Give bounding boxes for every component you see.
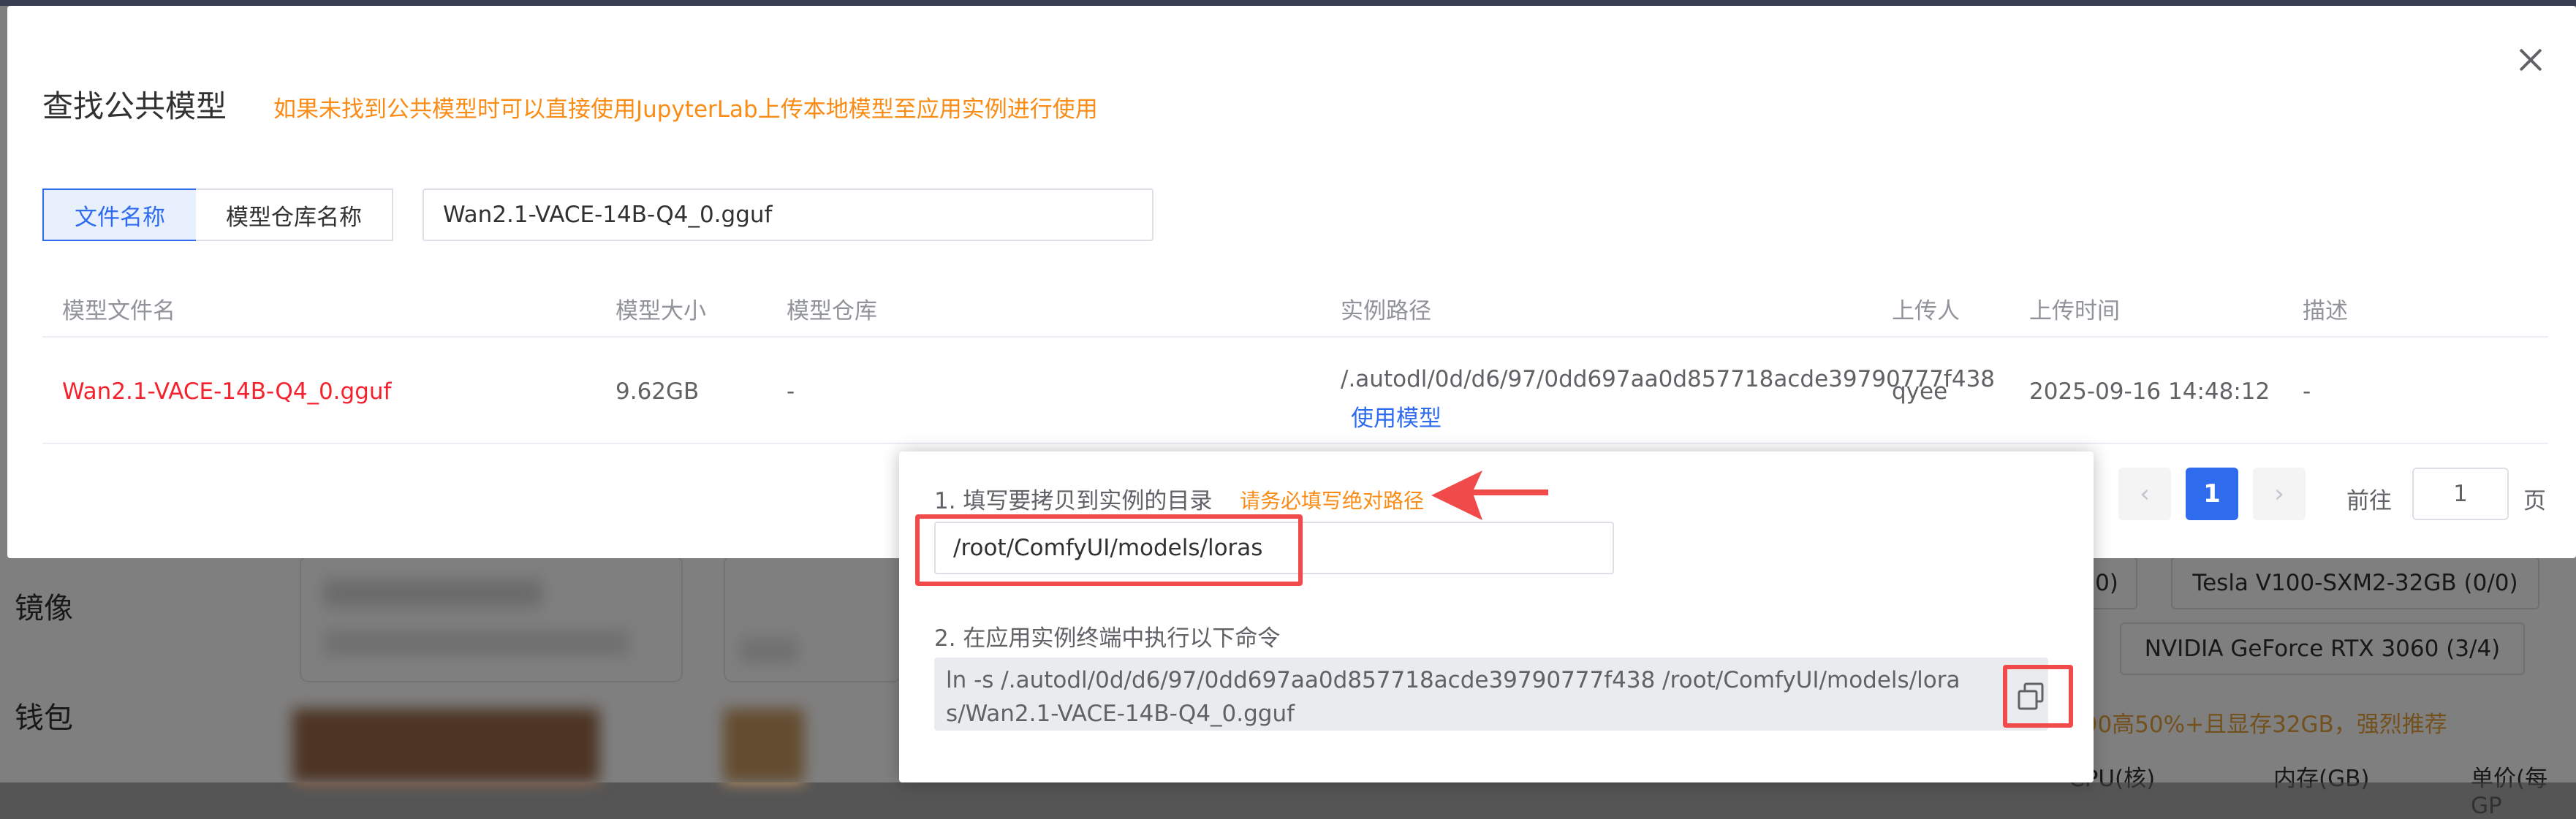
command-text: ln -s /.autodl/0d/d6/97/0dd697aa0d857718… xyxy=(934,658,2048,731)
dialog-hint: 如果未找到公共模型时可以直接使用JupyterLab上传本地模型至应用实例进行使… xyxy=(273,96,1098,123)
step1-warning: 请务必填写绝对路径 xyxy=(1240,489,1425,513)
file-name-cell[interactable]: Wan2.1-VACE-14B-Q4_0.gguf xyxy=(62,378,391,405)
copy-icon[interactable] xyxy=(2010,677,2051,717)
header-repo: 模型仓库 xyxy=(787,298,877,324)
page-1-button[interactable]: 1 xyxy=(2186,468,2238,520)
tab-repo-name[interactable]: 模型仓库名称 xyxy=(196,188,393,241)
use-model-link[interactable]: 使用模型 xyxy=(1351,405,1442,432)
header-upload-time: 上传时间 xyxy=(2029,298,2120,324)
close-icon[interactable] xyxy=(2510,39,2551,80)
header-file-name: 模型文件名 xyxy=(62,298,175,324)
annotation-highlight xyxy=(915,514,1303,586)
path-cell: /.autodl/0d/d6/97/0dd697aa0d857718acde39… xyxy=(1341,359,1995,438)
size-cell: 9.62GB xyxy=(615,378,700,405)
repo-cell: - xyxy=(787,378,795,405)
search-input[interactable] xyxy=(423,188,1153,241)
page-suffix: 页 xyxy=(2523,488,2546,514)
divider xyxy=(42,336,2548,338)
upload-time-cell: 2025-09-16 14:48:12 xyxy=(2029,378,2270,405)
top-strip xyxy=(0,0,2576,6)
divider xyxy=(42,443,2548,444)
goto-label: 前往 xyxy=(2346,488,2392,514)
header-path: 实例路径 xyxy=(1341,298,1431,324)
dialog-title: 查找公共模型 xyxy=(42,88,227,124)
step2-label: 2. 在应用实例终端中执行以下命令 xyxy=(934,625,1281,652)
chevron-left-icon[interactable]: ‹ xyxy=(2118,468,2171,520)
header-size: 模型大小 xyxy=(615,298,706,324)
uploader-cell: qyee xyxy=(1892,378,1948,405)
header-description: 描述 xyxy=(2303,298,2348,324)
description-cell: - xyxy=(2303,378,2311,405)
step1-label: 1. 填写要拷贝到实例的目录 xyxy=(934,488,1213,514)
header-uploader: 上传人 xyxy=(1892,298,1960,324)
chevron-right-icon[interactable]: › xyxy=(2253,468,2306,520)
tab-file-name[interactable]: 文件名称 xyxy=(42,188,197,241)
arrow-annotation-icon xyxy=(1431,465,1548,526)
goto-page-input[interactable] xyxy=(2412,468,2509,520)
